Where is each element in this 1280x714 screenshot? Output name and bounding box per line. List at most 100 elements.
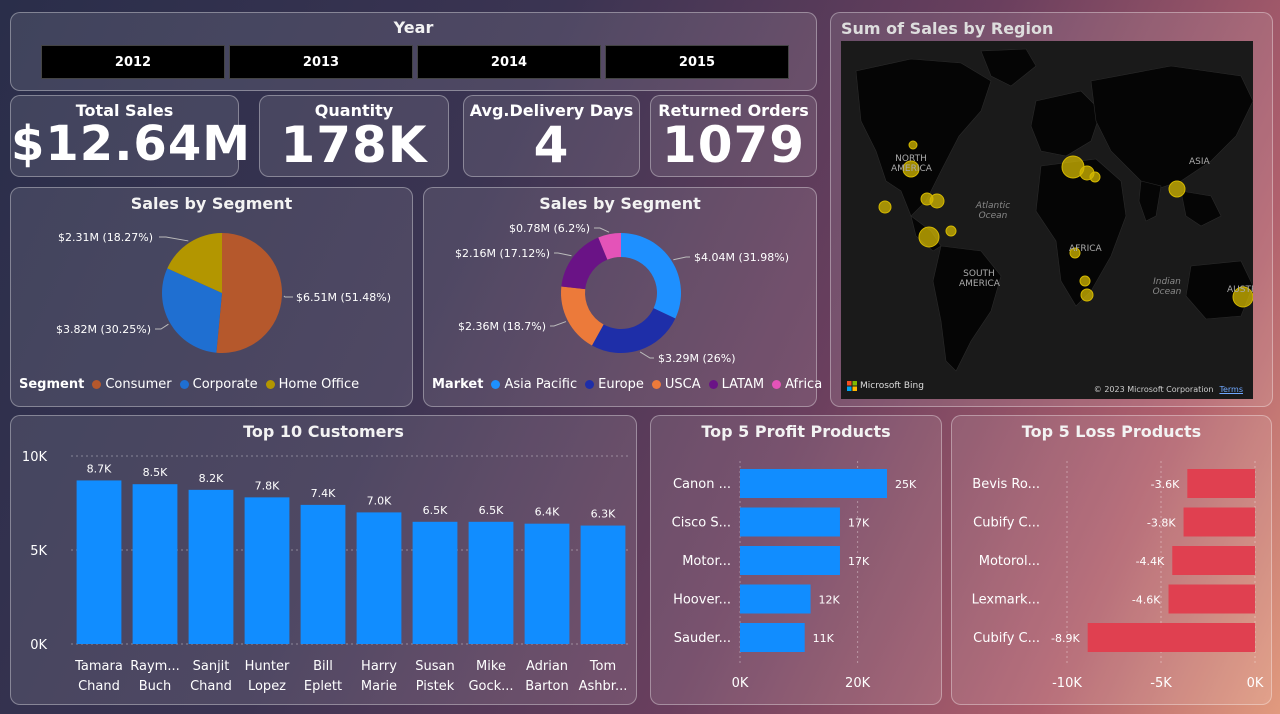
data-label: $2.16M (17.12%) [455, 247, 550, 260]
legend-item-asia-pacific[interactable]: Asia Pacific [491, 377, 577, 392]
bar [244, 497, 290, 644]
legend-item-corporate[interactable]: Corporate [179, 377, 258, 392]
data-label: 7.0K [367, 494, 392, 507]
bar [1168, 584, 1255, 614]
data-label: 11K [813, 632, 835, 645]
x-tick-label: Hunter [245, 659, 290, 674]
sales-bubble [945, 225, 957, 237]
legend-dot [585, 380, 595, 389]
bar [468, 521, 514, 644]
legend-title: Market [432, 377, 484, 392]
y-tick-label: Motor... [682, 554, 731, 569]
y-tick-label: 0K [30, 638, 47, 653]
top-customers-chart: 0K 5K 10K 8.7K Tamara Chand 8.5K Raym... Buch 8.2… [22, 450, 631, 694]
legend-dot [491, 380, 501, 389]
bar [412, 521, 458, 644]
legend-label: LATAM [721, 377, 765, 392]
x-tick-label: Chand [78, 679, 120, 694]
legend-item-europe[interactable]: Europe [585, 377, 644, 392]
bar [300, 504, 346, 644]
segment-pie-chart: $6.51M (51.48%) $3.82M (30.25%) $2.31M (18… [56, 231, 391, 353]
year-option-2013[interactable]: 2013 [229, 45, 413, 79]
data-label: -3.6K [1151, 478, 1180, 491]
y-tick-label: Lexmark... [972, 593, 1040, 608]
legend-item-africa[interactable]: Africa [772, 377, 822, 392]
data-label: 17K [848, 517, 870, 530]
y-tick-label: Bevis Ro... [972, 477, 1040, 492]
year-option-2014[interactable]: 2014 [417, 45, 601, 79]
x-tick-label: Lopez [248, 679, 286, 694]
legend-dot [92, 380, 102, 389]
x-tick-label: Harry [361, 659, 397, 674]
top-loss-chart: -10K -5K 0K Bevis Ro... -3.6K Cubify C... -3.8… [972, 461, 1264, 691]
data-label: -4.4K [1136, 555, 1165, 568]
slice-consumer [216, 233, 282, 353]
kpi-value: $12.64M [11, 116, 251, 172]
microsoft-logo-icon [847, 381, 857, 391]
slice-europe [591, 308, 676, 353]
bar [1183, 507, 1255, 537]
x-tick-label: Buch [139, 679, 172, 694]
region-map[interactable]: NORTH AMERICA SOUTH AMERICA AFRICA ASIA … [841, 41, 1253, 399]
segment-legend: Segment Consumer Corporate Home Office [19, 377, 359, 392]
map-label-asia: ASIA [1189, 157, 1210, 167]
x-tick-label: Mike [476, 659, 506, 674]
kpi-total-sales: Total Sales $12.64M [10, 95, 251, 177]
x-tick-label: 0K [1247, 676, 1264, 691]
data-label: 8.2K [199, 472, 224, 485]
data-label: 6.5K [423, 504, 448, 517]
bar [524, 523, 570, 644]
bar [188, 489, 234, 644]
y-tick-label: Cubify C... [973, 631, 1040, 646]
terms-link[interactable]: Terms [1219, 385, 1243, 394]
bar [76, 480, 122, 644]
land-southeast-asia [1180, 190, 1222, 227]
region-map-title: Sum of Sales by Region [841, 19, 1054, 38]
sales-bubble [929, 193, 945, 209]
data-label: $4.04M (31.98%) [694, 251, 789, 264]
data-label: 12K [819, 594, 841, 607]
legend-dot [179, 380, 189, 389]
market-donut-chart: $4.04M (31.98%) $3.29M (26%) $2.36M (18.7%… [455, 222, 789, 365]
legend-item-home-office[interactable]: Home Office [265, 377, 359, 392]
legend-item-usca[interactable]: USCA [651, 377, 701, 392]
data-label: -3.8K [1147, 517, 1176, 530]
data-label: -8.9K [1051, 632, 1080, 645]
x-tick-label: 0K [732, 676, 749, 691]
bar [580, 525, 626, 644]
bar [740, 507, 840, 537]
data-label: 17K [848, 555, 870, 568]
data-label: 25K [895, 478, 917, 491]
data-label: $0.78M (6.2%) [509, 222, 590, 235]
legend-item-consumer[interactable]: Consumer [92, 377, 172, 392]
x-tick-label: Eplett [304, 679, 342, 694]
sales-bubble [1079, 275, 1091, 287]
leader-line [283, 295, 293, 298]
kpi-quantity: Quantity 178K [259, 95, 449, 177]
map-label-africa: AFRICA [1069, 244, 1102, 254]
region-map-card: Sum of Sales by Region NORTH AMERICA SOU… [830, 12, 1273, 407]
y-tick-label: Cisco S... [672, 516, 731, 531]
sales-bubble [1168, 180, 1186, 198]
x-tick-label: Susan [415, 659, 454, 674]
data-label: -4.6K [1132, 594, 1161, 607]
legend-item-latam[interactable]: LATAM [708, 377, 765, 392]
year-slicer-title: Year [393, 18, 434, 37]
sales-bubble [908, 140, 918, 150]
bar [740, 584, 811, 614]
kpi-returned-orders: Returned Orders 1079 [650, 95, 817, 177]
y-tick-label: Sauder... [674, 631, 731, 646]
data-label: 6.3K [591, 508, 616, 521]
bar [740, 546, 840, 575]
land-india [1138, 180, 1162, 222]
x-tick-label: Gock... [468, 679, 513, 694]
leader-line [639, 351, 654, 359]
year-option-2015[interactable]: 2015 [605, 45, 789, 79]
land-south-america [932, 245, 1002, 372]
top-customers-card: Top 10 Customers 0K 5K 10K 8.7K Tamara Chand 8… [10, 415, 637, 705]
map-label-south-america: SOUTH AMERICA [959, 269, 1000, 289]
sales-bubble [1080, 288, 1094, 302]
top-profit-chart: 0K 20K Canon ... 25K Cisco S... 17K Motor... 17… [672, 461, 917, 691]
year-option-2012[interactable]: 2012 [41, 45, 225, 79]
kpi-value: 4 [533, 116, 570, 174]
